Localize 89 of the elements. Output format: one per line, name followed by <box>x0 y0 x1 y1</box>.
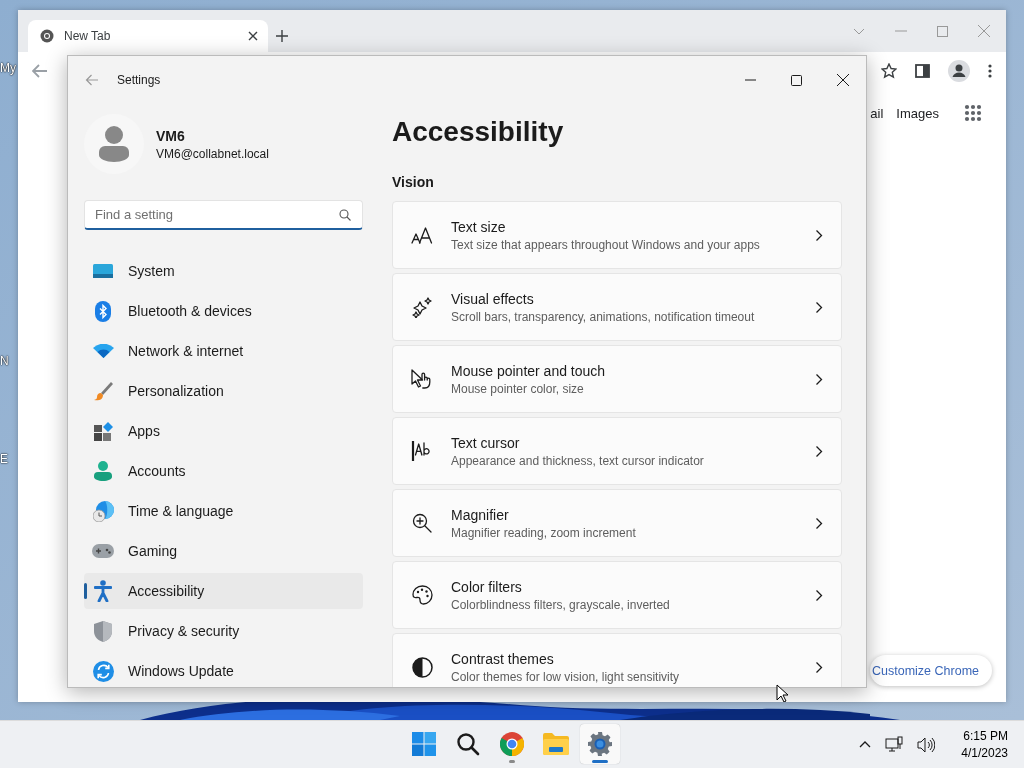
top-link[interactable]: Images <box>896 105 939 121</box>
nav-item[interactable]: Personalization <box>84 373 363 409</box>
chevron-right-icon <box>815 228 823 242</box>
close-icon[interactable] <box>248 31 258 41</box>
side-panel-icon[interactable] <box>915 64 930 78</box>
wifi-icon <box>92 344 114 358</box>
card-description: Text size that appears throughout Windows and your apps <box>451 237 761 252</box>
gamepad-icon <box>92 544 114 558</box>
chevron-right-icon <box>815 516 823 530</box>
chevron-right-icon <box>815 588 823 602</box>
nav-item[interactable]: Accounts <box>84 453 363 489</box>
card-description: Magnifier reading, zoom increment <box>451 525 637 540</box>
browser-logo-icon <box>40 29 54 43</box>
card-title: Color filters <box>451 578 523 595</box>
speaker-icon[interactable] <box>917 736 936 753</box>
search-icon <box>456 732 480 756</box>
settings-card[interactable]: Text cursor Appearance and thickness, text cursor indicator <box>392 417 842 485</box>
nav-item[interactable]: Accessibility <box>84 573 363 609</box>
nav-item[interactable]: Windows Update <box>84 653 363 687</box>
chevron-right-icon <box>815 300 823 314</box>
apps-grid-icon[interactable] <box>964 104 982 122</box>
settings-card[interactable]: Mouse pointer and touch Mouse pointer color, size <box>392 345 842 413</box>
sparkle-icon <box>411 296 433 318</box>
card-title: Visual effects <box>451 290 535 307</box>
close-icon[interactable] <box>837 74 849 86</box>
search-icon <box>339 209 351 221</box>
profile-icon[interactable] <box>948 60 970 82</box>
settings-card[interactable]: Contrast themes Color themes for low vision, light sensitivity <box>392 633 842 687</box>
person-silhouette-icon <box>99 126 129 162</box>
pointer-hand-icon <box>411 369 433 389</box>
plus-icon[interactable] <box>276 30 288 42</box>
chevron-right-icon <box>815 660 823 674</box>
tiles-icon <box>93 421 113 441</box>
gear-icon <box>588 732 612 756</box>
search-field[interactable]: Find a setting <box>84 200 363 230</box>
user-email: VM6@collabnet.local <box>156 146 269 161</box>
card-title: Text cursor <box>451 434 521 451</box>
nav-item[interactable]: System <box>84 253 363 289</box>
palette-icon <box>411 585 433 605</box>
nav-item[interactable]: Network & internet <box>84 333 363 369</box>
settings-card[interactable]: Text size Text size that appears throughout Windows and your apps <box>392 201 842 269</box>
card-title: Text size <box>451 218 507 235</box>
browser-tab[interactable]: New Tab <box>28 20 268 52</box>
monitor-icon <box>93 263 113 279</box>
cursor-letters-icon <box>411 440 433 462</box>
accessibility-icon <box>94 580 112 602</box>
settings-card[interactable]: Visual effects Scroll bars, transparency, animations, notification timeout <box>392 273 842 341</box>
chevron-up-icon[interactable] <box>859 741 872 748</box>
card-description: Color themes for low vision, light sensitivity <box>451 669 681 684</box>
card-description: Scroll bars, transparency, animations, notification timeout <box>451 309 756 324</box>
card-title: Contrast themes <box>451 650 555 667</box>
network-wired-icon[interactable] <box>885 735 904 754</box>
windows-logo-icon <box>412 732 436 756</box>
text-size-icon <box>411 226 433 244</box>
card-description: Colorblindness filters, grayscale, inverted <box>451 597 671 612</box>
paintbrush-icon <box>93 381 113 401</box>
nav-item[interactable]: Privacy & security <box>84 613 363 649</box>
card-description: Mouse pointer color, size <box>451 381 585 396</box>
settings-card[interactable]: Magnifier Magnifier reading, zoom increment <box>392 489 842 557</box>
user-name: VM6 <box>156 127 186 144</box>
globe-clock-icon <box>92 500 114 522</box>
settings-card[interactable]: Color filters Colorblindness filters, grayscale, inverted <box>392 561 842 629</box>
top-link[interactable]: ail <box>870 105 884 121</box>
shield-icon <box>94 620 112 642</box>
nav-item[interactable]: Apps <box>84 413 363 449</box>
zoom-in-icon <box>412 513 432 533</box>
card-title: Mouse pointer and touch <box>451 362 607 379</box>
nav-item[interactable]: Gaming <box>84 533 363 569</box>
chevron-right-icon <box>815 372 823 386</box>
clock[interactable]: 6:15 PM 4/1/2023 <box>961 727 1008 762</box>
card-description: Appearance and thickness, text cursor indicator <box>451 453 705 468</box>
folder-icon <box>543 733 569 755</box>
card-title: Magnifier <box>451 506 510 523</box>
maximize-icon[interactable] <box>791 74 802 86</box>
window-title: Settings <box>117 73 161 87</box>
nav-item[interactable]: Time & language <box>84 493 363 529</box>
star-icon[interactable] <box>881 63 897 79</box>
nav-item[interactable]: Bluetooth & devices <box>84 293 363 329</box>
section-heading: Vision <box>392 173 435 192</box>
refresh-icon <box>92 660 114 682</box>
browser-logo-icon <box>500 732 524 756</box>
back-arrow-icon[interactable] <box>32 64 48 78</box>
chevron-right-icon <box>815 444 823 458</box>
bluetooth-icon <box>95 300 111 322</box>
menu-icon[interactable] <box>988 64 992 78</box>
half-circle-icon <box>411 656 433 678</box>
customize-button[interactable]: Customize Chrome <box>870 655 992 686</box>
page-title: Accessibility <box>392 115 565 149</box>
person-icon <box>94 461 112 481</box>
